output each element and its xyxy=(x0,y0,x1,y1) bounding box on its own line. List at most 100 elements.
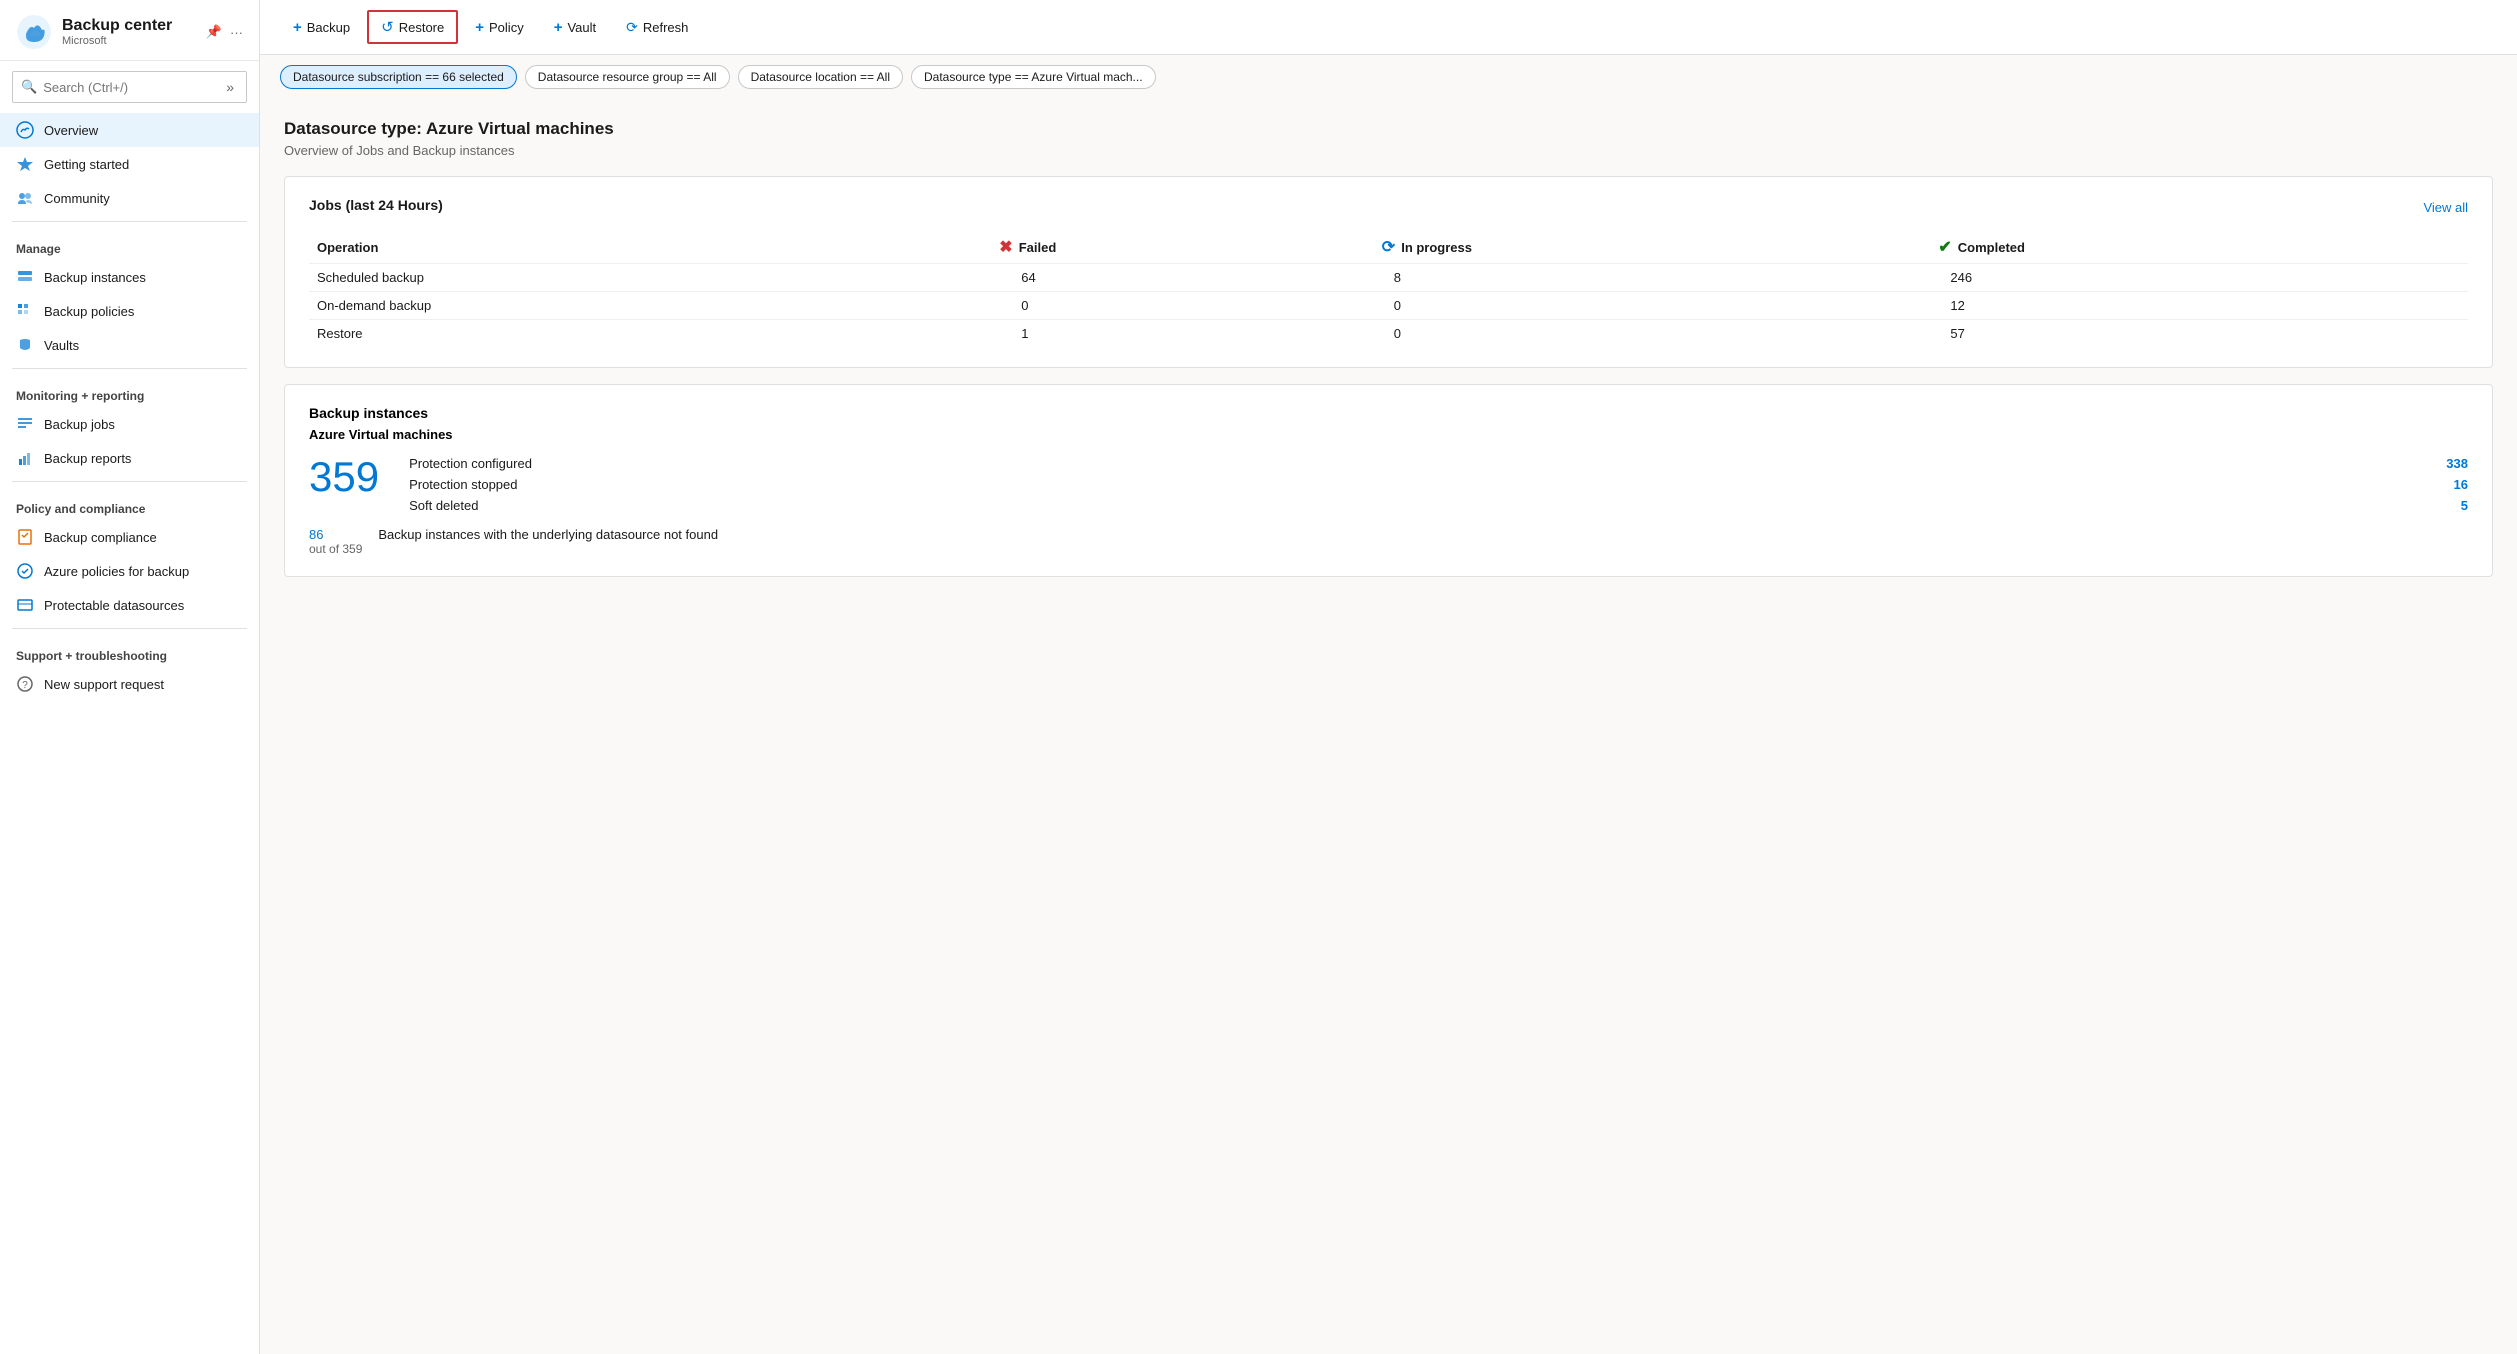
filter-location-label: Datasource location == All xyxy=(751,70,890,84)
soft-deleted-label: Soft deleted xyxy=(409,498,478,513)
backup-button-label: Backup xyxy=(307,20,350,35)
refresh-icon: ⟳ xyxy=(626,19,638,36)
search-icon: 🔍 xyxy=(21,79,37,95)
sidebar-item-backup-policies[interactable]: Backup policies xyxy=(0,294,259,328)
table-row: Scheduled backup648246 xyxy=(309,264,2468,292)
sidebar-item-azure-policies-label: Azure policies for backup xyxy=(44,564,189,579)
pin-icon[interactable]: 📌 xyxy=(206,24,222,40)
failed-cell: 0 xyxy=(991,292,1374,320)
jobs-card-header: Jobs (last 24 Hours) View all xyxy=(309,197,2468,217)
failed-header: ✖ Failed xyxy=(999,237,1366,257)
support-icon: ? xyxy=(16,675,34,693)
policy-plus-icon: + xyxy=(475,19,484,36)
filter-subscription-label: Datasource subscription == 66 selected xyxy=(293,70,504,84)
backup-center-logo xyxy=(16,14,52,50)
completed-label: Completed xyxy=(1958,240,2025,255)
svg-text:?: ? xyxy=(22,680,28,691)
search-input[interactable] xyxy=(43,80,222,95)
header-icons: 📌 ··· xyxy=(206,24,243,40)
jobs-card-title: Jobs (last 24 Hours) xyxy=(309,197,443,213)
instances-layout: 359 Protection configured 338 Protection… xyxy=(309,456,2468,513)
sidebar-item-backup-jobs-label: Backup jobs xyxy=(44,417,115,432)
filter-subscription[interactable]: Datasource subscription == 66 selected xyxy=(280,65,517,89)
failed-cell[interactable]: 64 xyxy=(991,264,1374,292)
filter-datasource-type[interactable]: Datasource type == Azure Virtual mach... xyxy=(911,65,1156,89)
sidebar-item-backup-jobs[interactable]: Backup jobs xyxy=(0,407,259,441)
more-icon[interactable]: ··· xyxy=(230,25,243,40)
instances-vm-title: Azure Virtual machines xyxy=(309,427,2468,442)
backup-instances-card: Backup instances Azure Virtual machines … xyxy=(284,384,2493,577)
vault-button[interactable]: + Vault xyxy=(541,12,609,43)
protection-configured-label: Protection configured xyxy=(409,456,532,471)
section-support-label: Support + troubleshooting xyxy=(0,635,259,667)
vault-button-label: Vault xyxy=(567,20,596,35)
sidebar-item-getting-started[interactable]: Getting started xyxy=(0,147,259,181)
divider-monitoring xyxy=(12,368,247,369)
soft-deleted-val[interactable]: 5 xyxy=(2428,498,2468,513)
progress-icon: ⟳ xyxy=(1382,237,1395,257)
sidebar-item-backup-compliance[interactable]: Backup compliance xyxy=(0,520,259,554)
footer-text: Backup instances with the underlying dat… xyxy=(378,527,718,556)
vaults-icon xyxy=(16,336,34,354)
footer-num[interactable]: 86 xyxy=(309,527,362,542)
sidebar-item-backup-instances-label: Backup instances xyxy=(44,270,146,285)
instances-footer: 86 out of 359 Backup instances with the … xyxy=(309,527,2468,556)
filter-location[interactable]: Datasource location == All xyxy=(738,65,903,89)
progress-cell: 0 xyxy=(1374,320,1931,348)
sidebar-item-getting-started-label: Getting started xyxy=(44,157,129,172)
protection-configured-row: Protection configured 338 xyxy=(409,456,2468,471)
failed-icon: ✖ xyxy=(999,237,1012,257)
protection-configured-val[interactable]: 338 xyxy=(2428,456,2468,471)
col-failed-header: ✖ Failed xyxy=(991,231,1374,264)
backup-button[interactable]: + Backup xyxy=(280,12,363,43)
vault-plus-icon: + xyxy=(554,19,563,36)
refresh-button[interactable]: ⟳ Refresh xyxy=(613,12,701,43)
collapse-sidebar-button[interactable]: » xyxy=(222,77,238,97)
col-progress-header: ⟳ In progress xyxy=(1374,231,1931,264)
protectable-datasources-icon xyxy=(16,596,34,614)
backup-compliance-icon xyxy=(16,528,34,546)
protection-stopped-val[interactable]: 16 xyxy=(2428,477,2468,492)
divider-support xyxy=(12,628,247,629)
restore-button[interactable]: ↺ Restore xyxy=(367,10,458,44)
sidebar-item-new-support-label: New support request xyxy=(44,677,164,692)
sidebar-item-community[interactable]: Community xyxy=(0,181,259,215)
sidebar-item-vaults[interactable]: Vaults xyxy=(0,328,259,362)
sidebar-search-container[interactable]: 🔍 » xyxy=(12,71,247,103)
completed-icon: ✔ xyxy=(1938,237,1951,257)
sidebar-item-vaults-label: Vaults xyxy=(44,338,79,353)
failed-label: Failed xyxy=(1019,240,1057,255)
backup-plus-icon: + xyxy=(293,19,302,36)
sidebar-item-backup-reports[interactable]: Backup reports xyxy=(0,441,259,475)
sidebar-item-protectable-datasources[interactable]: Protectable datasources xyxy=(0,588,259,622)
filter-resource-group[interactable]: Datasource resource group == All xyxy=(525,65,730,89)
main-content: + Backup ↺ Restore + Policy + Vault ⟳ Re… xyxy=(260,0,2517,1354)
in-progress-label: In progress xyxy=(1401,240,1472,255)
policy-button-label: Policy xyxy=(489,20,524,35)
section-manage-label: Manage xyxy=(0,228,259,260)
protection-stopped-row: Protection stopped 16 xyxy=(409,477,2468,492)
completed-cell[interactable]: 246 xyxy=(1930,264,2468,292)
instances-total[interactable]: 359 xyxy=(309,456,379,498)
footer-num-block: 86 out of 359 xyxy=(309,527,362,556)
col-operation-header: Operation xyxy=(309,231,991,264)
sidebar-item-new-support[interactable]: ? New support request xyxy=(0,667,259,701)
view-all-link[interactable]: View all xyxy=(2423,200,2468,215)
sidebar-item-overview[interactable]: Overview xyxy=(0,113,259,147)
completed-cell[interactable]: 57 xyxy=(1930,320,2468,348)
instances-card-title: Backup instances xyxy=(309,405,2468,421)
toolbar: + Backup ↺ Restore + Policy + Vault ⟳ Re… xyxy=(260,0,2517,55)
backup-reports-icon xyxy=(16,449,34,467)
section-monitoring-label: Monitoring + reporting xyxy=(0,375,259,407)
completed-cell[interactable]: 12 xyxy=(1930,292,2468,320)
sidebar-item-azure-policies[interactable]: Azure policies for backup xyxy=(0,554,259,588)
progress-cell[interactable]: 8 xyxy=(1374,264,1931,292)
operation-cell: On-demand backup xyxy=(309,292,991,320)
policy-button[interactable]: + Policy xyxy=(462,12,536,43)
completed-header: ✔ Completed xyxy=(1938,237,2460,257)
sidebar-item-backup-policies-label: Backup policies xyxy=(44,304,134,319)
sidebar: Backup center Microsoft 📌 ··· 🔍 » Overvi… xyxy=(0,0,260,1354)
sidebar-item-backup-instances[interactable]: Backup instances xyxy=(0,260,259,294)
failed-cell[interactable]: 1 xyxy=(991,320,1374,348)
app-subtitle: Microsoft xyxy=(62,35,172,47)
